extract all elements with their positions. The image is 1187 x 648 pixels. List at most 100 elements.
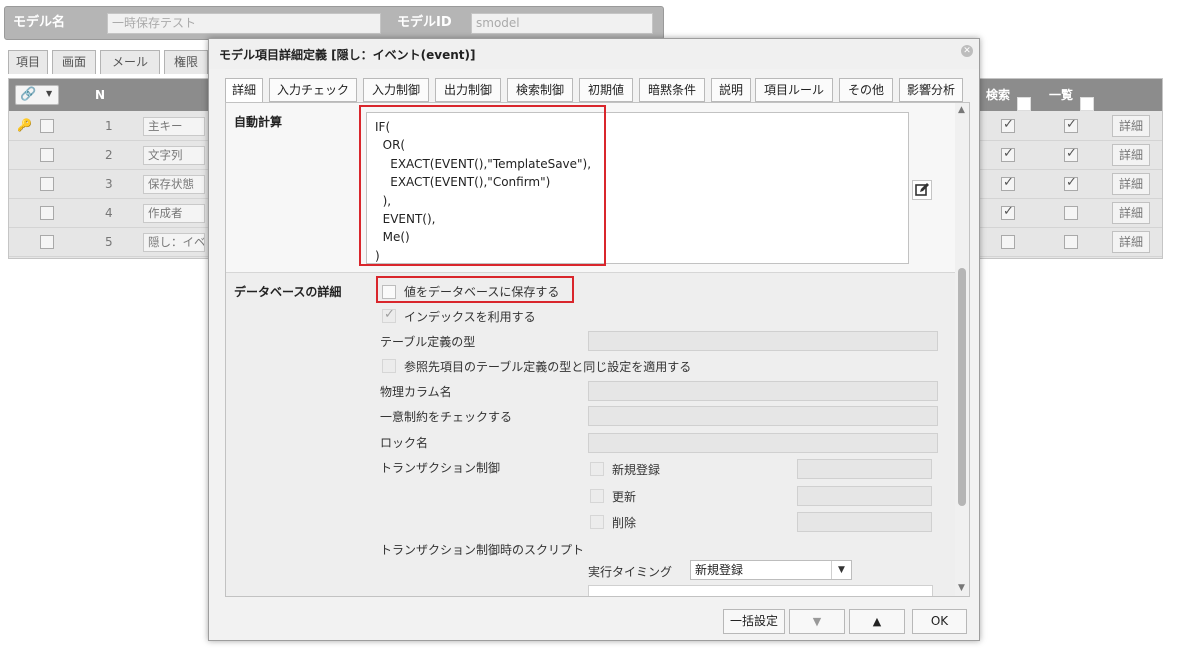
tx-insert-field[interactable]: [797, 459, 932, 479]
key-icon: 🔑: [17, 118, 32, 132]
tab-screen[interactable]: 画面: [52, 50, 96, 74]
transaction-label: トランザクション制御: [380, 461, 501, 475]
tab-detail[interactable]: 詳細: [225, 78, 263, 103]
apply-ref-type-checkbox[interactable]: [382, 359, 396, 373]
physical-column-label: 物理カラム名: [380, 385, 452, 399]
tx-delete-field[interactable]: [797, 512, 932, 532]
list-all-checkbox[interactable]: [1080, 97, 1094, 111]
search-all-checkbox[interactable]: [1017, 97, 1031, 111]
link-menu-button[interactable]: 🔗 ▼: [15, 85, 59, 105]
tab-impact-analysis[interactable]: 影響分析: [899, 78, 963, 102]
use-index-label: インデックスを利用する: [404, 310, 536, 324]
row-detail-button[interactable]: 詳細: [1112, 231, 1150, 253]
timing-value: 新規登録: [695, 563, 744, 577]
row-number: 3: [105, 177, 113, 191]
row-search-checkbox[interactable]: [1001, 175, 1015, 191]
tab-input-control[interactable]: 入力制御: [363, 78, 429, 102]
timing-label: 実行タイミング: [588, 565, 673, 579]
apply-ref-type-label: 参照先項目のテーブル定義の型と同じ設定を適用する: [404, 360, 692, 374]
dialog-titlebar[interactable]: モデル項目詳細定義 [隠し：イベント(event)] ✕: [209, 39, 979, 69]
tab-permission[interactable]: 権限: [164, 50, 208, 74]
row-list-checkbox[interactable]: [1064, 146, 1078, 162]
tab-implicit-condition[interactable]: 暗黙条件: [639, 78, 705, 102]
row-select-checkbox[interactable]: [40, 148, 54, 162]
row-list-checkbox[interactable]: [1064, 235, 1078, 249]
row-select-checkbox[interactable]: [40, 119, 54, 133]
save-to-db-highlight: [376, 276, 574, 303]
tab-items[interactable]: 項目: [8, 50, 48, 74]
tx-insert-label: 新規登録: [612, 463, 661, 477]
row-list-checkbox[interactable]: [1064, 175, 1078, 191]
chevron-down-icon: ▼: [46, 89, 53, 98]
chevron-down-icon: ▼: [831, 561, 851, 579]
model-id-label: モデルID: [397, 15, 452, 30]
tx-update-field[interactable]: [797, 486, 932, 506]
row-select-checkbox[interactable]: [40, 235, 54, 249]
timing-select[interactable]: 新規登録 ▼: [690, 560, 852, 580]
row-number: 1: [105, 119, 113, 133]
auto-calc-section: 自動計算 IF( OR( EXACT(EVENT(),"TemplateSave…: [226, 103, 955, 273]
row-detail-button[interactable]: 詳細: [1112, 115, 1150, 137]
tab-other[interactable]: その他: [839, 78, 893, 102]
prev-item-button[interactable]: ▲: [849, 609, 905, 634]
row-detail-button[interactable]: 詳細: [1112, 202, 1150, 224]
model-id-field[interactable]: smodel: [471, 13, 653, 34]
scroll-down-icon[interactable]: ▼: [958, 583, 965, 593]
model-name-field[interactable]: 一時保存テスト: [107, 13, 381, 34]
ok-button[interactable]: OK: [912, 609, 967, 634]
detail-content: 自動計算 IF( OR( EXACT(EVENT(),"TemplateSave…: [225, 102, 970, 597]
row-name-field[interactable]: 文字列: [143, 146, 205, 165]
transaction-script-editor[interactable]: [588, 585, 933, 596]
row-detail-button[interactable]: 詳細: [1112, 144, 1150, 166]
col-list-header: 一覧: [1049, 88, 1074, 102]
col-search-header: 検索: [986, 88, 1011, 102]
row-number: 5: [105, 235, 113, 249]
formula-edit-button[interactable]: [912, 180, 932, 200]
row-search-checkbox[interactable]: [1001, 204, 1015, 220]
model-header-bar: モデル名 一時保存テスト モデルID smodel: [4, 6, 664, 40]
scroll-thumb[interactable]: [958, 268, 966, 506]
unique-check-field[interactable]: [588, 406, 938, 426]
tx-delete-checkbox[interactable]: [590, 515, 604, 529]
db-section-label: データベースの詳細: [234, 285, 342, 299]
row-name-field[interactable]: 保存状態: [143, 175, 205, 194]
tab-input-check[interactable]: 入力チェック: [269, 78, 357, 102]
lock-name-field[interactable]: [588, 433, 938, 453]
formula-highlight: [359, 105, 606, 266]
row-search-checkbox[interactable]: [1001, 235, 1015, 249]
row-name-field[interactable]: 主キー: [143, 117, 205, 136]
tx-update-checkbox[interactable]: [590, 489, 604, 503]
row-search-checkbox[interactable]: [1001, 146, 1015, 162]
tab-mail[interactable]: メール: [100, 50, 160, 74]
tab-initial-value[interactable]: 初期値: [579, 78, 633, 102]
row-list-checkbox[interactable]: [1064, 117, 1078, 133]
use-index-checkbox[interactable]: [382, 307, 396, 323]
scroll-up-icon[interactable]: ▲: [958, 105, 965, 115]
row-search-checkbox[interactable]: [1001, 117, 1015, 133]
row-select-checkbox[interactable]: [40, 206, 54, 220]
tab-description[interactable]: 説明: [711, 78, 751, 102]
tab-item-rule[interactable]: 項目ルール: [755, 78, 833, 102]
row-list-checkbox[interactable]: [1064, 206, 1078, 220]
auto-calc-label: 自動計算: [234, 115, 283, 129]
item-detail-dialog: モデル項目詳細定義 [隠し：イベント(event)] ✕ 詳細 入力チェック 入…: [208, 38, 980, 641]
physical-column-field[interactable]: [588, 381, 938, 401]
tab-output-control[interactable]: 出力制御: [435, 78, 501, 102]
tx-insert-checkbox[interactable]: [590, 462, 604, 476]
close-icon[interactable]: ✕: [961, 45, 973, 57]
row-select-checkbox[interactable]: [40, 177, 54, 191]
next-item-button[interactable]: ▼: [789, 609, 845, 634]
table-type-field[interactable]: [588, 331, 938, 351]
row-name-field[interactable]: 作成者: [143, 204, 205, 223]
tx-delete-label: 削除: [612, 516, 637, 530]
row-detail-button[interactable]: 詳細: [1112, 173, 1150, 195]
bulk-settings-button[interactable]: 一括設定: [723, 609, 785, 634]
row-name-field[interactable]: 隠し：イベ: [143, 233, 205, 252]
content-scrollbar[interactable]: ▲ ▼: [955, 103, 969, 596]
row-number: 2: [105, 148, 113, 162]
tab-search-control[interactable]: 検索制御: [507, 78, 573, 102]
transaction-script-label: トランザクション制御時のスクリプト: [380, 543, 585, 557]
unique-check-label: 一意制約をチェックする: [380, 410, 513, 424]
col-n-header: N: [95, 88, 106, 102]
table-type-label: テーブル定義の型: [380, 335, 476, 349]
